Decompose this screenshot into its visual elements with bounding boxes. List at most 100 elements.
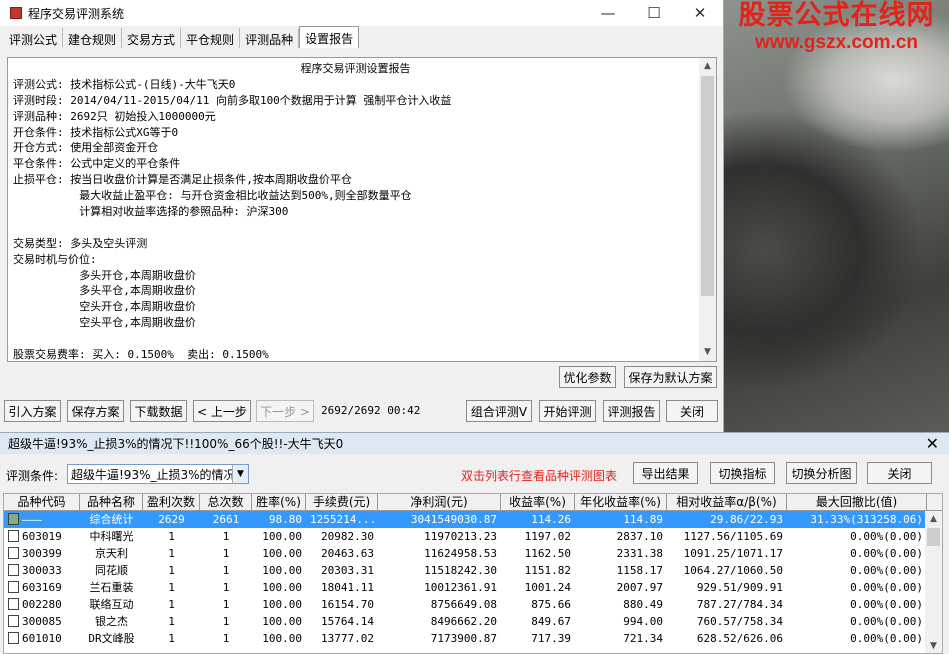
- tab-close-rules[interactable]: 平仓规则: [181, 28, 241, 48]
- table-row[interactable]: 300033 同花顺 1 1 100.00 20303.31 11518242.30 1151…: [4, 562, 942, 579]
- table-cell: 300033: [4, 562, 80, 579]
- table-cell: 787.27/784.34: [696, 598, 783, 611]
- report-line: 开仓条件: 技术指标公式XG等于0: [13, 125, 179, 139]
- col-annual-return[interactable]: 年化收益率(%): [575, 494, 667, 510]
- table-cell: 1162.50: [524, 547, 571, 560]
- table-row[interactable]: 300399 京天利 1 1 100.00 20463.63 11624958.53 1162…: [4, 545, 942, 562]
- table-row[interactable]: 603169 兰石重装 1 1 100.00 18041.11 10012361.91 100…: [4, 579, 942, 596]
- col-fee[interactable]: 手续费(元): [306, 494, 378, 510]
- col-name[interactable]: 品种名称: [80, 494, 143, 510]
- col-max-drawdown[interactable]: 最大回撤比(值): [787, 494, 927, 510]
- table-cell: 11624958.53: [424, 547, 497, 560]
- maximize-button[interactable]: ☐: [631, 0, 677, 26]
- table-cell: 1: [222, 530, 230, 543]
- scroll-down-icon[interactable]: ▼: [925, 638, 942, 653]
- row-file-icon: [8, 564, 19, 576]
- table-cell: 100.00: [262, 581, 302, 594]
- switch-chart-button[interactable]: 切换分析图: [786, 462, 857, 484]
- table-row[interactable]: 002280 联络互动 1 1 100.00 16154.70 8756649.08 875.…: [4, 596, 942, 613]
- table-cell: 8756649.08: [430, 598, 497, 611]
- export-results-button[interactable]: 导出结果: [633, 462, 698, 484]
- col-total[interactable]: 总次数: [200, 494, 252, 510]
- report-line: 评测时段: 2014/04/11-2015/04/11 向前多取100个数据用于…: [13, 93, 452, 107]
- tab-trade-mode[interactable]: 交易方式: [122, 28, 182, 48]
- report-line: 交易时机与价位:: [13, 252, 97, 266]
- eval-condition-select[interactable]: 超级牛逼!93%_止损3%的情况下 ▼: [67, 464, 249, 484]
- table-cell: 20303.31: [321, 564, 374, 577]
- col-relative-return[interactable]: 相对收益率α/β(%): [667, 494, 787, 510]
- table-cell: 综合统计: [89, 513, 134, 526]
- table-cell: 1001.24: [524, 581, 571, 594]
- table-cell: 628.52/626.06: [696, 632, 783, 645]
- col-winrate[interactable]: 胜率(%): [252, 494, 306, 510]
- tab-formula[interactable]: 评测公式: [4, 28, 64, 48]
- import-plan-button[interactable]: 引入方案: [4, 400, 61, 422]
- report-scrollbar[interactable]: ▲ ▼: [699, 58, 716, 361]
- table-body: ——— 综合统计 2629 2661 98.80 1255214... 3041549030…: [4, 511, 942, 647]
- table-cell: 2837.10: [616, 530, 663, 543]
- table-cell: 603019: [4, 528, 80, 545]
- close-window-button[interactable]: 关闭: [666, 400, 718, 422]
- optimize-params-button[interactable]: 优化参数: [559, 366, 616, 388]
- tab-settings-report[interactable]: 设置报告: [299, 26, 360, 48]
- minimize-button[interactable]: —: [585, 0, 631, 26]
- table-scrollbar[interactable]: ▲ ▼: [925, 511, 942, 653]
- table-cell: 29.86/22.93: [710, 513, 783, 526]
- scroll-down-icon[interactable]: ▼: [699, 344, 716, 361]
- table-cell: 1: [222, 564, 230, 577]
- result-close-button[interactable]: 关闭: [867, 462, 932, 484]
- scroll-up-icon[interactable]: ▲: [699, 58, 716, 75]
- table-row[interactable]: 603019 中科曙光 1 1 100.00 20982.30 11970213.23 119…: [4, 528, 942, 545]
- close-button[interactable]: ✕: [677, 0, 723, 26]
- save-plan-button[interactable]: 保存方案: [67, 400, 124, 422]
- table-cell: DR文峰股: [88, 632, 135, 645]
- settings-report-box[interactable]: 程序交易评测设置报告 评测公式: 技术指标公式-(日线)-大牛飞天0 评测时段:…: [7, 57, 717, 362]
- table-cell: 849.67: [531, 615, 571, 628]
- chevron-down-icon[interactable]: ▼: [232, 465, 248, 483]
- download-data-button[interactable]: 下载数据: [130, 400, 187, 422]
- scroll-thumb[interactable]: [701, 76, 714, 296]
- eval-report-button[interactable]: 评测报告: [603, 400, 660, 422]
- table-cell: 929.51/909.91: [696, 581, 783, 594]
- scroll-thumb[interactable]: [927, 528, 940, 546]
- row-file-icon: [8, 581, 19, 593]
- prev-step-button[interactable]: < 上一步: [193, 400, 251, 422]
- save-default-button[interactable]: 保存为默认方案: [624, 366, 717, 388]
- table-cell: 同花顺: [95, 564, 128, 577]
- tab-open-rules[interactable]: 建仓规则: [63, 28, 123, 48]
- table-cell: 1: [168, 547, 175, 560]
- table-cell: 100.00: [262, 547, 302, 560]
- col-net-profit[interactable]: 净利润(元): [378, 494, 501, 510]
- result-close-icon[interactable]: ✕: [926, 434, 939, 453]
- col-return[interactable]: 收益率(%): [501, 494, 575, 510]
- table-cell: 1: [168, 564, 175, 577]
- table-cell: 2331.38: [616, 547, 663, 560]
- background-photo: [724, 0, 949, 432]
- table-cell: 2007.97: [616, 581, 663, 594]
- table-cell: 11970213.23: [424, 530, 497, 543]
- next-step-button[interactable]: 下一步 >: [256, 400, 314, 422]
- table-cell: 100.00: [262, 598, 302, 611]
- table-cell: 1: [222, 615, 230, 628]
- combo-eval-button[interactable]: 组合评测V: [466, 400, 532, 422]
- row-file-icon: [8, 615, 19, 627]
- app-icon: [10, 7, 22, 19]
- scroll-up-icon[interactable]: ▲: [925, 511, 942, 528]
- table-row[interactable]: 300085 银之杰 1 1 100.00 15764.14 8496662.20 849.6…: [4, 613, 942, 630]
- table-cell: 7173900.87: [430, 632, 497, 645]
- table-cell: 1: [168, 581, 175, 594]
- col-wins[interactable]: 盈利次数: [143, 494, 200, 510]
- table-row[interactable]: 601010 DR文峰股 1 1 100.00 13777.02 7173900.87 717…: [4, 630, 942, 647]
- col-code[interactable]: 品种代码: [4, 494, 80, 510]
- table-cell: ———: [4, 511, 80, 528]
- table-cell: 兰石重装: [89, 581, 134, 594]
- table-cell: 721.34: [623, 632, 663, 645]
- row-file-icon: [8, 632, 19, 644]
- start-eval-button[interactable]: 开始评测: [539, 400, 596, 422]
- table-cell: 300085: [4, 613, 80, 630]
- table-row-summary[interactable]: ——— 综合统计 2629 2661 98.80 1255214... 3041549030…: [4, 511, 942, 528]
- table-cell: 1064.27/1060.50: [683, 564, 783, 577]
- tab-instruments[interactable]: 评测品种: [240, 28, 300, 48]
- table-cell: 1197.02: [524, 530, 571, 543]
- switch-indicator-button[interactable]: 切换指标: [710, 462, 775, 484]
